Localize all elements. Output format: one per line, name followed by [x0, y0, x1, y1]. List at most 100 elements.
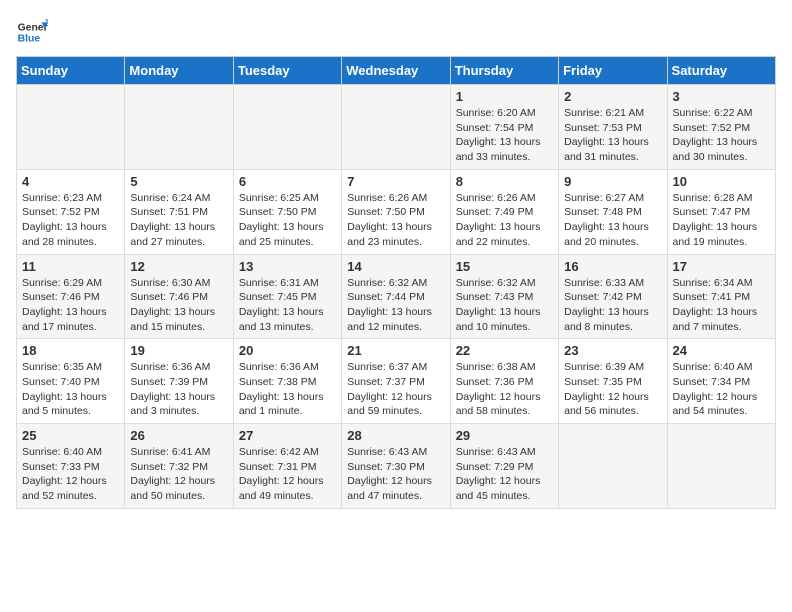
- calendar-cell: 25 Sunrise: 6:40 AM Sunset: 7:33 PM Dayli…: [17, 424, 125, 509]
- day-number: 24: [673, 343, 770, 358]
- day-info: Sunrise: 6:34 AM Sunset: 7:41 PM Dayligh…: [673, 276, 770, 335]
- day-number: 23: [564, 343, 661, 358]
- calendar-cell: 23 Sunrise: 6:39 AM Sunset: 7:35 PM Dayli…: [559, 339, 667, 424]
- calendar-cell: 5 Sunrise: 6:24 AM Sunset: 7:51 PM Daylig…: [125, 169, 233, 254]
- day-info: Sunrise: 6:27 AM Sunset: 7:48 PM Dayligh…: [564, 191, 661, 250]
- day-number: 12: [130, 259, 227, 274]
- day-info: Sunrise: 6:36 AM Sunset: 7:39 PM Dayligh…: [130, 360, 227, 419]
- calendar-cell: 1 Sunrise: 6:20 AM Sunset: 7:54 PM Daylig…: [450, 85, 558, 170]
- day-number: 20: [239, 343, 336, 358]
- calendar-cell: 13 Sunrise: 6:31 AM Sunset: 7:45 PM Dayli…: [233, 254, 341, 339]
- calendar-cell: 22 Sunrise: 6:38 AM Sunset: 7:36 PM Dayli…: [450, 339, 558, 424]
- calendar-cell: 16 Sunrise: 6:33 AM Sunset: 7:42 PM Dayli…: [559, 254, 667, 339]
- day-number: 9: [564, 174, 661, 189]
- calendar-cell: 9 Sunrise: 6:27 AM Sunset: 7:48 PM Daylig…: [559, 169, 667, 254]
- calendar-cell: 10 Sunrise: 6:28 AM Sunset: 7:47 PM Dayli…: [667, 169, 775, 254]
- calendar-cell: 2Sunrise: 6:21 AM Sunset: 7:53 PM Daylig…: [559, 85, 667, 170]
- header-tuesday: Tuesday: [233, 57, 341, 85]
- day-info: Sunrise: 6:40 AM Sunset: 7:33 PM Dayligh…: [22, 445, 119, 504]
- day-number: 27: [239, 428, 336, 443]
- header-row: Sunday Monday Tuesday Wednesday Thursday…: [17, 57, 776, 85]
- calendar-cell: 11 Sunrise: 6:29 AM Sunset: 7:46 PM Dayli…: [17, 254, 125, 339]
- day-info: Sunrise: 6:30 AM Sunset: 7:46 PM Dayligh…: [130, 276, 227, 335]
- header-thursday: Thursday: [450, 57, 558, 85]
- day-info: Sunrise: 6:41 AM Sunset: 7:32 PM Dayligh…: [130, 445, 227, 504]
- calendar-cell: [17, 85, 125, 170]
- day-number: 25: [22, 428, 119, 443]
- day-info: Sunrise: 6:31 AM Sunset: 7:45 PM Dayligh…: [239, 276, 336, 335]
- header-saturday: Saturday: [667, 57, 775, 85]
- calendar-cell: 18Sunrise: 6:35 AM Sunset: 7:40 PM Dayli…: [17, 339, 125, 424]
- day-info: Sunrise: 6:43 AM Sunset: 7:30 PM Dayligh…: [347, 445, 444, 504]
- calendar-cell: 24 Sunrise: 6:40 AM Sunset: 7:34 PM Dayli…: [667, 339, 775, 424]
- day-info: Sunrise: 6:37 AM Sunset: 7:37 PM Dayligh…: [347, 360, 444, 419]
- day-info: Sunrise: 6:21 AM Sunset: 7:53 PM Dayligh…: [564, 106, 661, 165]
- day-info: Sunrise: 6:24 AM Sunset: 7:51 PM Dayligh…: [130, 191, 227, 250]
- day-info: Sunrise: 6:36 AM Sunset: 7:38 PM Dayligh…: [239, 360, 336, 419]
- day-number: 29: [456, 428, 553, 443]
- day-info: Sunrise: 6:40 AM Sunset: 7:34 PM Dayligh…: [673, 360, 770, 419]
- day-info: Sunrise: 6:20 AM Sunset: 7:54 PM Dayligh…: [456, 106, 553, 165]
- calendar-cell: 21 Sunrise: 6:37 AM Sunset: 7:37 PM Dayli…: [342, 339, 450, 424]
- calendar-cell: [342, 85, 450, 170]
- day-info: Sunrise: 6:28 AM Sunset: 7:47 PM Dayligh…: [673, 191, 770, 250]
- header-wednesday: Wednesday: [342, 57, 450, 85]
- day-number: 19: [130, 343, 227, 358]
- day-info: Sunrise: 6:32 AM Sunset: 7:43 PM Dayligh…: [456, 276, 553, 335]
- day-info: Sunrise: 6:26 AM Sunset: 7:50 PM Dayligh…: [347, 191, 444, 250]
- day-number: 5: [130, 174, 227, 189]
- day-info: Sunrise: 6:42 AM Sunset: 7:31 PM Dayligh…: [239, 445, 336, 504]
- day-number: 8: [456, 174, 553, 189]
- day-number: 26: [130, 428, 227, 443]
- calendar-cell: 17 Sunrise: 6:34 AM Sunset: 7:41 PM Dayli…: [667, 254, 775, 339]
- day-number: 14: [347, 259, 444, 274]
- day-info: Sunrise: 6:23 AM Sunset: 7:52 PM Dayligh…: [22, 191, 119, 250]
- calendar-cell: 28 Sunrise: 6:43 AM Sunset: 7:30 PM Dayli…: [342, 424, 450, 509]
- calendar-cell: 19 Sunrise: 6:36 AM Sunset: 7:39 PM Dayli…: [125, 339, 233, 424]
- day-info: Sunrise: 6:22 AM Sunset: 7:52 PM Dayligh…: [673, 106, 770, 165]
- day-info: Sunrise: 6:32 AM Sunset: 7:44 PM Dayligh…: [347, 276, 444, 335]
- day-info: Sunrise: 6:26 AM Sunset: 7:49 PM Dayligh…: [456, 191, 553, 250]
- day-number: 7: [347, 174, 444, 189]
- calendar-table: Sunday Monday Tuesday Wednesday Thursday…: [16, 56, 776, 509]
- day-info: Sunrise: 6:39 AM Sunset: 7:35 PM Dayligh…: [564, 360, 661, 419]
- day-info: Sunrise: 6:35 AM Sunset: 7:40 PM Dayligh…: [22, 360, 119, 419]
- day-number: 3: [673, 89, 770, 104]
- day-number: 13: [239, 259, 336, 274]
- day-number: 15: [456, 259, 553, 274]
- day-info: Sunrise: 6:29 AM Sunset: 7:46 PM Dayligh…: [22, 276, 119, 335]
- logo-icon: General Blue: [16, 16, 48, 48]
- day-number: 21: [347, 343, 444, 358]
- week-row-0: 1 Sunrise: 6:20 AM Sunset: 7:54 PM Daylig…: [17, 85, 776, 170]
- calendar-cell: 7 Sunrise: 6:26 AM Sunset: 7:50 PM Daylig…: [342, 169, 450, 254]
- calendar-cell: 12 Sunrise: 6:30 AM Sunset: 7:46 PM Dayli…: [125, 254, 233, 339]
- calendar-cell: 29 Sunrise: 6:43 AM Sunset: 7:29 PM Dayli…: [450, 424, 558, 509]
- logo: General Blue: [16, 16, 48, 48]
- day-number: 17: [673, 259, 770, 274]
- calendar-cell: 8 Sunrise: 6:26 AM Sunset: 7:49 PM Daylig…: [450, 169, 558, 254]
- calendar-cell: [125, 85, 233, 170]
- header-friday: Friday: [559, 57, 667, 85]
- day-number: 28: [347, 428, 444, 443]
- header: General Blue: [16, 16, 776, 48]
- calendar-cell: 26 Sunrise: 6:41 AM Sunset: 7:32 PM Dayli…: [125, 424, 233, 509]
- svg-text:Blue: Blue: [18, 34, 41, 45]
- calendar-cell: [559, 424, 667, 509]
- day-number: 1: [456, 89, 553, 104]
- calendar-cell: 4 Sunrise: 6:23 AM Sunset: 7:52 PM Daylig…: [17, 169, 125, 254]
- calendar-cell: 3 Sunrise: 6:22 AM Sunset: 7:52 PM Daylig…: [667, 85, 775, 170]
- day-number: 22: [456, 343, 553, 358]
- day-number: 16: [564, 259, 661, 274]
- calendar-cell: [667, 424, 775, 509]
- calendar-cell: 6Sunrise: 6:25 AM Sunset: 7:50 PM Daylig…: [233, 169, 341, 254]
- day-info: Sunrise: 6:38 AM Sunset: 7:36 PM Dayligh…: [456, 360, 553, 419]
- day-info: Sunrise: 6:33 AM Sunset: 7:42 PM Dayligh…: [564, 276, 661, 335]
- day-info: Sunrise: 6:43 AM Sunset: 7:29 PM Dayligh…: [456, 445, 553, 504]
- calendar-body: 1 Sunrise: 6:20 AM Sunset: 7:54 PM Daylig…: [17, 85, 776, 509]
- day-number: 11: [22, 259, 119, 274]
- day-number: 10: [673, 174, 770, 189]
- day-info: Sunrise: 6:25 AM Sunset: 7:50 PM Dayligh…: [239, 191, 336, 250]
- day-number: 4: [22, 174, 119, 189]
- header-sunday: Sunday: [17, 57, 125, 85]
- calendar-cell: 20 Sunrise: 6:36 AM Sunset: 7:38 PM Dayli…: [233, 339, 341, 424]
